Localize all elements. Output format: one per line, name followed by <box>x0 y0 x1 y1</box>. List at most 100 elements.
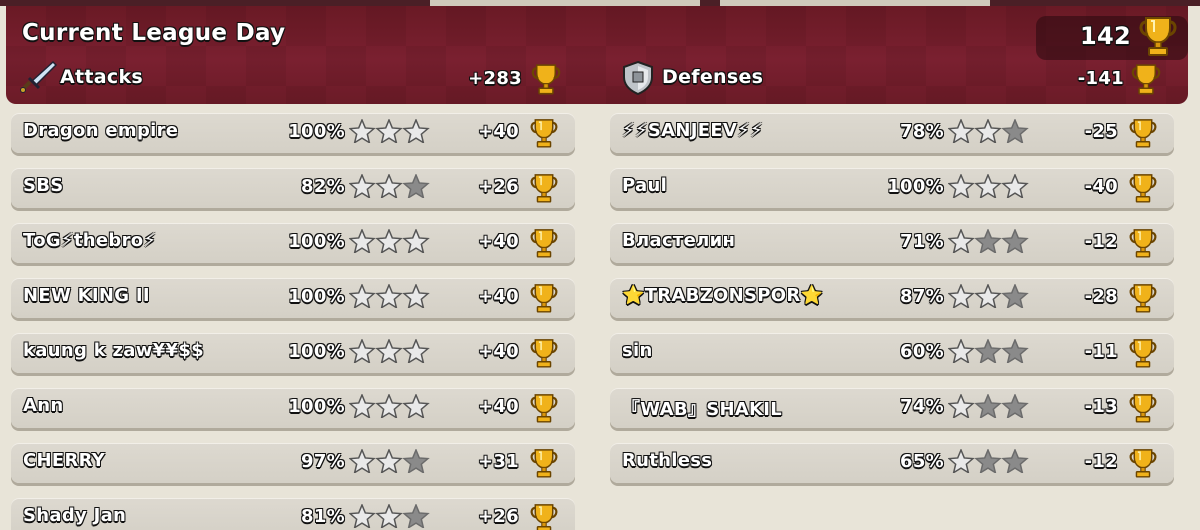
player-name: Властелин <box>622 230 736 251</box>
player-name: ⚡⚡SANJEEV⚡⚡ <box>622 120 764 141</box>
player-name: NEW KING II <box>23 285 150 306</box>
star-icon-filled <box>948 174 975 198</box>
defenses-row[interactable]: ⭐TRABZONSPOR⭐ 87% -28 <box>610 278 1174 318</box>
trophy-icon <box>1129 394 1157 423</box>
star-icon-filled <box>402 119 430 143</box>
star-rating <box>349 119 430 143</box>
league-day-header: Current League Day 142 Attacks +283 Defe… <box>6 6 1188 104</box>
trophy-change: +40 <box>477 341 519 362</box>
star-icon-empty <box>1001 449 1029 473</box>
attacks-row[interactable]: Shady Jan 81% +26 <box>11 498 575 530</box>
star-icon-empty <box>402 174 430 198</box>
trophy-change: -12 <box>1084 451 1118 472</box>
star-icon-empty <box>1001 119 1029 143</box>
player-name: Shady Jan <box>23 505 127 526</box>
trophy-icon <box>1129 119 1157 148</box>
star-rating <box>948 119 1029 143</box>
star-icon-filled <box>948 284 975 308</box>
trophy-change: +26 <box>477 506 519 527</box>
star-icon-filled <box>349 339 376 363</box>
star-icon-filled <box>375 229 403 253</box>
star-icon-filled <box>948 394 975 418</box>
player-name: SBS <box>23 175 64 196</box>
attacks-row[interactable]: ToG⚡thebro⚡ 100% +40 <box>11 223 575 263</box>
trophy-change: +26 <box>477 176 519 197</box>
trophy-icon <box>1129 174 1157 203</box>
star-icon-filled <box>974 119 1002 143</box>
star-rating <box>948 174 1029 198</box>
destruction-percent: 82% <box>301 176 345 197</box>
star-rating <box>948 339 1029 363</box>
trophy-icon <box>530 504 558 530</box>
trophy-icon <box>530 449 558 478</box>
trophy-change: -40 <box>1084 176 1118 197</box>
star-icon-empty <box>402 504 430 528</box>
destruction-percent: 100% <box>887 176 944 197</box>
star-rating <box>349 229 430 253</box>
defenses-row[interactable]: ⚡⚡SANJEEV⚡⚡ 78% -25 <box>610 113 1174 153</box>
trophy-icon <box>1129 449 1157 478</box>
star-icon-filled <box>375 394 403 418</box>
player-name: kaung k zaw¥¥$$ <box>23 340 204 361</box>
destruction-percent: 78% <box>900 121 944 142</box>
destruction-percent: 71% <box>900 231 944 252</box>
star-icon-filled <box>948 449 975 473</box>
attacks-label: Attacks <box>60 66 143 88</box>
star-icon-filled <box>349 284 376 308</box>
trophy-change: +40 <box>477 396 519 417</box>
attacks-row[interactable]: SBS 82% +26 <box>11 168 575 208</box>
trophy-icon <box>530 119 558 148</box>
defenses-row[interactable]: Paul 100% -40 <box>610 168 1174 208</box>
star-rating <box>948 394 1029 418</box>
defenses-row[interactable]: Властелин 71% -12 <box>610 223 1174 263</box>
trophy-icon <box>530 284 558 313</box>
trophy-icon <box>530 174 558 203</box>
star-icon-filled <box>402 339 430 363</box>
attacks-row[interactable]: NEW KING II 100% +40 <box>11 278 575 318</box>
destruction-percent: 65% <box>900 451 944 472</box>
trophy-icon <box>1131 64 1161 95</box>
trophy-icon <box>530 339 558 368</box>
trophy-icon <box>530 229 558 258</box>
player-name: ⭐TRABZONSPOR⭐ <box>622 285 824 306</box>
attacks-total: +283 <box>468 68 522 89</box>
destruction-percent: 97% <box>301 451 345 472</box>
star-icon-empty <box>974 449 1002 473</box>
defenses-row[interactable]: sin 60% -11 <box>610 333 1174 373</box>
star-icon-filled <box>1001 174 1029 198</box>
trophy-change: -12 <box>1084 231 1118 252</box>
attacks-row[interactable]: kaung k zaw¥¥$$ 100% +40 <box>11 333 575 373</box>
star-icon-empty <box>974 394 1002 418</box>
star-icon-filled <box>402 394 430 418</box>
attacks-row[interactable]: Dragon empire 100% +40 <box>11 113 575 153</box>
sword-icon <box>20 60 58 93</box>
star-rating <box>948 229 1029 253</box>
star-icon-filled <box>375 284 403 308</box>
star-rating <box>349 339 430 363</box>
star-icon-empty <box>1001 339 1029 363</box>
defenses-row[interactable]: Ruthless 65% -12 <box>610 443 1174 483</box>
player-name: Paul <box>622 175 668 196</box>
destruction-percent: 60% <box>900 341 944 362</box>
star-icon-filled <box>375 449 403 473</box>
player-name: CHERRY <box>23 450 106 471</box>
page-title: Current League Day <box>22 20 286 46</box>
defenses-row[interactable]: 『WAB』SHAKIL 74% -13 <box>610 388 1174 428</box>
player-name: Ruthless <box>622 450 713 471</box>
destruction-percent: 100% <box>288 231 345 252</box>
star-icon-filled <box>349 119 376 143</box>
trophy-icon <box>531 64 561 95</box>
attacks-row[interactable]: Ann 100% +40 <box>11 388 575 428</box>
star-icon-filled <box>375 504 403 528</box>
trophy-icon <box>1129 284 1157 313</box>
trophy-icon <box>530 394 558 423</box>
star-icon-filled <box>349 229 376 253</box>
total-trophies-value: 142 <box>1080 22 1131 50</box>
destruction-percent: 100% <box>288 396 345 417</box>
star-icon-empty <box>1001 394 1029 418</box>
star-icon-filled <box>948 119 975 143</box>
star-icon-empty <box>974 339 1002 363</box>
star-icon-filled <box>349 449 376 473</box>
star-icon-filled <box>349 394 376 418</box>
attacks-row[interactable]: CHERRY 97% +31 <box>11 443 575 483</box>
